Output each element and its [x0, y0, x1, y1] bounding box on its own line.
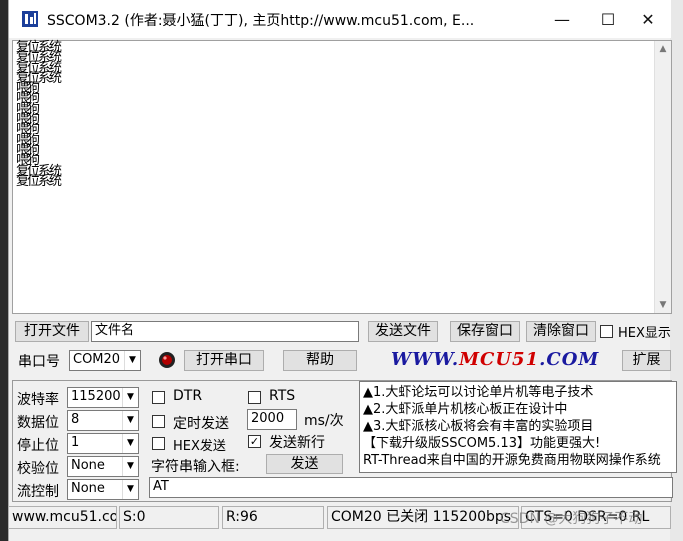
- parity-value: None: [71, 458, 105, 473]
- app-icon: [22, 11, 38, 27]
- port-status-icon: [159, 352, 175, 368]
- close-icon: ✕: [641, 9, 655, 29]
- send-newline-checkbox[interactable]: ✓: [248, 435, 261, 448]
- chevron-down-icon: ▼: [124, 351, 140, 370]
- interval-unit: ms/次: [304, 413, 344, 429]
- baud-value: 115200: [71, 389, 121, 404]
- sscom-window: SSCOM3.2 (作者:聂小猛(丁丁), 主页http://www.mcu51…: [8, 0, 677, 541]
- hex-send-label: HEX发送: [173, 439, 226, 454]
- news-item[interactable]: 【下载升级版SSCOM5.13】功能更强大!: [363, 435, 673, 452]
- open-port-button[interactable]: 打开串口: [184, 350, 264, 371]
- flow-value: None: [71, 481, 105, 496]
- logo-www: WWW.: [391, 349, 460, 370]
- parity-label: 校验位: [17, 461, 59, 477]
- timed-send-checkbox[interactable]: [152, 415, 165, 428]
- databits-value: 8: [71, 412, 80, 427]
- logo-com: .COM: [539, 349, 600, 370]
- minimize-icon: —: [554, 9, 570, 29]
- rts-label: RTS: [269, 388, 296, 404]
- news-item[interactable]: RT-Thread来自中国的开源免费商用物联网操作系统: [363, 452, 673, 469]
- save-window-button[interactable]: 保存窗口: [450, 321, 520, 342]
- status-site: www.mcu51.com: [8, 506, 117, 529]
- databits-label: 数据位: [17, 415, 59, 431]
- csdn-watermark: CSDN @大狗狗子不动: [500, 511, 643, 527]
- input-label: 字符串输入框:: [151, 459, 240, 475]
- clear-window-button[interactable]: 清除窗口: [526, 321, 596, 342]
- dtr-checkbox[interactable]: [152, 391, 165, 404]
- interval-input[interactable]: 2000: [247, 409, 297, 430]
- expand-button[interactable]: 扩展: [622, 350, 671, 371]
- port-value: COM20: [73, 352, 121, 367]
- baud-select[interactable]: 115200 ▼: [67, 387, 139, 408]
- chevron-down-icon: ▼: [122, 480, 138, 499]
- receive-text: 复位系统 复位系统 复位系统 复位系统 喂狗 喂狗 喂狗 喂狗 喂狗 喂狗 喂狗 喂狗 复位系统 复位系统: [16, 41, 62, 189]
- news-panel[interactable]: ▲1.大虾论坛可以讨论单片机等电子技术 ▲2.大虾派单片机核心板正在设计中 ▲3.大…: [359, 381, 677, 473]
- mcu51-logo: WWW.MCU51.COM: [391, 349, 599, 370]
- hex-display-checkbox[interactable]: [600, 325, 613, 338]
- dtr-label: DTR: [173, 388, 203, 404]
- port-select[interactable]: COM20 ▼: [69, 350, 141, 371]
- send-newline-label: 发送新行: [269, 435, 325, 451]
- send-file-button[interactable]: 发送文件: [368, 321, 438, 342]
- databits-select[interactable]: 8 ▼: [67, 410, 139, 431]
- maximize-icon: ☐: [600, 9, 616, 29]
- stopbits-select[interactable]: 1 ▼: [67, 433, 139, 454]
- close-button[interactable]: ✕: [625, 0, 671, 38]
- flow-select[interactable]: None ▼: [67, 479, 139, 500]
- check-icon: ✓: [249, 435, 260, 448]
- stopbits-value: 1: [71, 435, 80, 450]
- minimize-button[interactable]: —: [539, 0, 585, 38]
- hex-display-label: HEX显示: [618, 326, 671, 341]
- send-button[interactable]: 发送: [266, 454, 343, 474]
- title-bar[interactable]: SSCOM3.2 (作者:聂小猛(丁丁), 主页http://www.mcu51…: [9, 0, 671, 38]
- rts-checkbox[interactable]: [248, 391, 261, 404]
- receive-scrollbar[interactable]: ▲ ▼: [654, 41, 671, 313]
- chevron-down-icon: ▼: [122, 457, 138, 476]
- parity-select[interactable]: None ▼: [67, 456, 139, 477]
- baud-label: 波特率: [17, 392, 59, 408]
- timed-send-label: 定时发送: [173, 416, 229, 432]
- receive-line: 复位系统: [16, 173, 62, 189]
- desktop-left-edge: [0, 0, 8, 541]
- status-received: R:96: [222, 506, 324, 529]
- status-sent: S:0: [119, 506, 219, 529]
- receive-area[interactable]: 复位系统 复位系统 复位系统 复位系统 喂狗 喂狗 喂狗 喂狗 喂狗 喂狗 喂狗 喂狗 复位系统 复位系统…: [12, 40, 672, 314]
- window-title: SSCOM3.2 (作者:聂小猛(丁丁), 主页http://www.mcu51…: [47, 13, 475, 29]
- scroll-up-icon[interactable]: ▲: [655, 41, 671, 57]
- scroll-down-icon[interactable]: ▼: [655, 297, 671, 313]
- news-item[interactable]: ▲1.大虾论坛可以讨论单片机等电子技术: [363, 384, 673, 401]
- port-label: 串口号: [18, 354, 60, 370]
- filename-input[interactable]: 文件名: [91, 321, 359, 342]
- chevron-down-icon: ▼: [122, 388, 138, 407]
- news-item[interactable]: ▲2.大虾派单片机核心板正在设计中: [363, 401, 673, 418]
- status-port: COM20 已关闭 115200bps: [327, 506, 519, 529]
- chevron-down-icon: ▼: [122, 434, 138, 453]
- flow-label: 流控制: [17, 484, 59, 500]
- help-button[interactable]: 帮助: [283, 350, 357, 371]
- stopbits-label: 停止位: [17, 438, 59, 454]
- open-file-button[interactable]: 打开文件: [15, 321, 89, 342]
- hex-send-checkbox[interactable]: [152, 437, 165, 450]
- news-item[interactable]: ▲3.大虾派核心板将会有丰富的实验项目: [363, 418, 673, 435]
- chevron-down-icon: ▼: [122, 411, 138, 430]
- string-input[interactable]: AT: [149, 477, 673, 498]
- logo-brand: MCU51: [459, 349, 540, 370]
